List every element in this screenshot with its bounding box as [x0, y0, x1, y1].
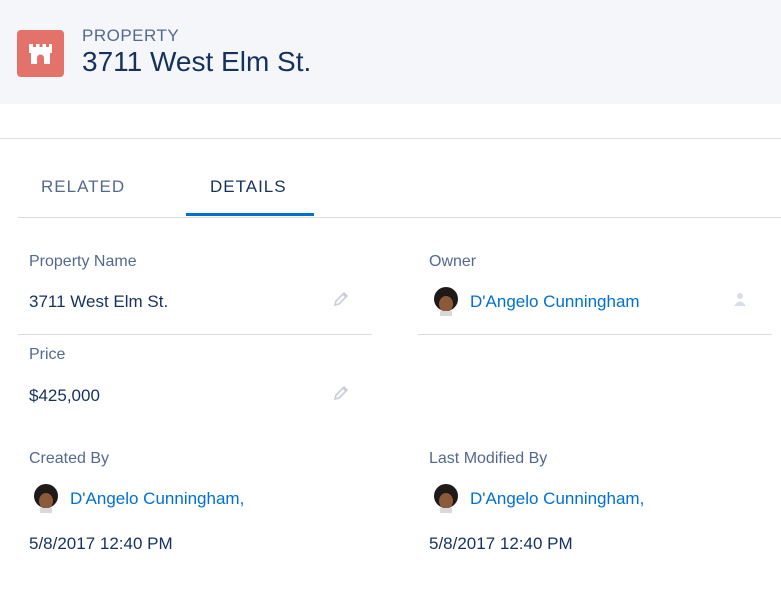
castle-icon: [17, 30, 64, 77]
owner-label: Owner: [429, 253, 477, 270]
record-header: PROPERTY 3711 West Elm St.: [0, 0, 781, 104]
page-title: 3711 West Elm St.: [82, 46, 312, 77]
property-name-value: 3711 West Elm St.: [29, 292, 169, 311]
edit-pencil-icon[interactable]: [332, 384, 350, 402]
last-modified-by-label: Last Modified By: [429, 450, 548, 467]
tab-details[interactable]: DETAILS: [210, 177, 287, 197]
field-divider: [418, 334, 772, 335]
edit-pencil-icon[interactable]: [332, 290, 350, 308]
created-date: 5/8/2017 12:40 PM: [29, 534, 173, 553]
created-by-link[interactable]: D'Angelo Cunningham,: [70, 489, 244, 509]
tab-bar: RELATED DETAILS: [18, 160, 781, 218]
price-label: Price: [29, 346, 66, 363]
avatar: [31, 483, 61, 513]
header-divider: [0, 138, 781, 139]
avatar: [431, 286, 461, 316]
price-value: $425,000: [29, 386, 100, 405]
last-modified-date: 5/8/2017 12:40 PM: [429, 534, 573, 553]
created-by-label: Created By: [29, 450, 110, 467]
property-name-label: Property Name: [29, 253, 137, 270]
object-type-label: PROPERTY: [82, 26, 180, 45]
owner-link[interactable]: D'Angelo Cunningham: [470, 292, 640, 312]
active-tab-indicator: [186, 213, 314, 216]
tab-related[interactable]: RELATED: [41, 177, 125, 197]
last-modified-by-link[interactable]: D'Angelo Cunningham,: [470, 489, 644, 509]
avatar: [431, 483, 461, 513]
change-owner-icon[interactable]: [731, 290, 749, 308]
field-divider: [18, 334, 372, 335]
